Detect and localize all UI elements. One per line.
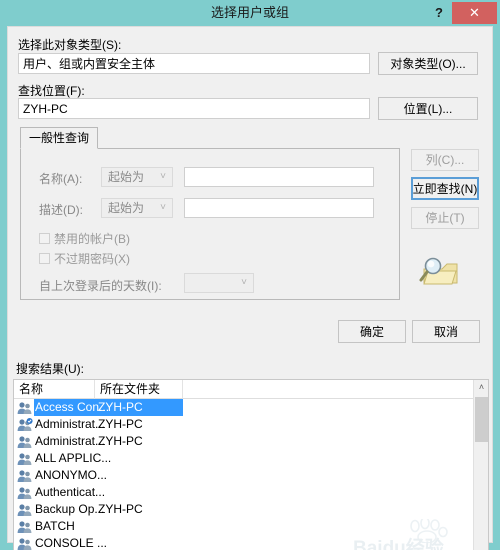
object-types-button[interactable]: 对象类型(O)... (378, 52, 478, 75)
row-folder: ZYH-PC (98, 417, 143, 431)
row-name: Administrat... (35, 417, 106, 431)
window-title: 选择用户或组 (210, 5, 289, 20)
scrollbar-thumb[interactable] (475, 397, 488, 442)
row-name: Authenticat... (35, 485, 106, 499)
checkbox-icon (39, 233, 50, 244)
chevron-down-icon: ˅ (241, 277, 247, 288)
dialog-window: 选择用户或组 ? ✕ 选择此对象类型(S): 用户、组或内置安全主体 对象类型(… (0, 0, 500, 550)
disabled-accounts-label: 禁用的帐户(B) (54, 232, 130, 246)
row-folder: ZYH-PC (98, 502, 143, 516)
table-row[interactable]: ALL APPLIC... (14, 450, 474, 467)
group-icon (17, 537, 33, 550)
row-name: Administrat... (35, 434, 106, 448)
columns-button[interactable]: 列(C)... (411, 149, 479, 171)
common-queries-panel: 名称(A): 起始为 ˅ 描述(D): 起始为 ˅ 禁用的帐户(B) 不过期密码… (20, 148, 400, 300)
row-folder: ZYH-PC (98, 400, 143, 414)
find-now-button[interactable]: 立即查找(N) (411, 177, 479, 200)
row-name: BATCH (35, 519, 75, 533)
search-results-list[interactable]: 名称 所在文件夹 Access Con... ZYH-PC Administrat.… (13, 379, 489, 550)
group-icon (17, 486, 33, 500)
location-field[interactable]: ZYH-PC (18, 98, 370, 119)
cancel-button[interactable]: 取消 (412, 320, 480, 343)
description-condition-combo[interactable]: 起始为 ˅ (101, 198, 173, 218)
non-expiring-password-label: 不过期密码(X) (54, 252, 130, 266)
table-row[interactable]: Authenticat... (14, 484, 474, 501)
help-button[interactable]: ? (428, 2, 450, 24)
tab-common-queries[interactable]: 一般性查询 (20, 127, 99, 149)
days-since-logon-label: 自上次登录后的天数(I): (39, 279, 162, 293)
tab-strip: 一般性查询 (20, 127, 400, 149)
column-divider[interactable] (182, 380, 183, 399)
group-icon (17, 520, 33, 534)
scroll-up-arrow[interactable]: ˄ (474, 380, 488, 395)
column-header-folder[interactable]: 所在文件夹 (95, 380, 182, 398)
description-condition-value: 起始为 (108, 201, 145, 215)
ok-button[interactable]: 确定 (338, 320, 406, 343)
list-header: 名称 所在文件夹 (14, 380, 488, 399)
group-icon (17, 435, 33, 449)
description-input[interactable] (184, 198, 374, 218)
table-row[interactable]: ANONYMO... (14, 467, 474, 484)
days-since-logon-combo[interactable]: ˅ (184, 273, 254, 293)
search-results-label: 搜索结果(U): (16, 362, 84, 376)
search-folder-icon (416, 255, 460, 289)
row-name: ANONYMO... (35, 468, 108, 482)
locations-button[interactable]: 位置(L)... (378, 97, 478, 120)
user-icon (17, 418, 33, 432)
chevron-down-icon: ˅ (160, 171, 166, 182)
list-rows: Access Con... ZYH-PC Administrat... ZYH-PC A… (14, 399, 474, 550)
name-input[interactable] (184, 167, 374, 187)
column-header-name[interactable]: 名称 (14, 380, 94, 398)
results-scrollbar[interactable]: ˄ ˅ (473, 380, 488, 550)
close-button[interactable]: ✕ (452, 2, 497, 24)
stop-button[interactable]: 停止(T) (411, 207, 479, 229)
table-row[interactable]: Access Con... ZYH-PC (14, 399, 474, 416)
name-condition-combo[interactable]: 起始为 ˅ (101, 167, 173, 187)
location-label: 查找位置(F): (18, 84, 85, 98)
row-name: Backup Op... (35, 502, 105, 516)
group-icon (17, 452, 33, 466)
name-condition-value: 起始为 (108, 170, 145, 184)
row-folder: ZYH-PC (98, 434, 143, 448)
title-bar: 选择用户或组 ? ✕ (0, 0, 500, 26)
name-label: 名称(A): (39, 172, 83, 186)
disabled-accounts-checkbox[interactable]: 禁用的帐户(B) (39, 230, 130, 247)
description-label: 描述(D): (39, 203, 83, 217)
dialog-body: 选择此对象类型(S): 用户、组或内置安全主体 对象类型(O)... 查找位置(… (7, 26, 493, 550)
chevron-down-icon: ˅ (160, 202, 166, 213)
table-row[interactable]: BATCH (14, 518, 474, 535)
checkbox-icon (39, 253, 50, 264)
row-name: CONSOLE ... (35, 536, 108, 550)
object-type-field[interactable]: 用户、组或内置安全主体 (18, 53, 370, 74)
table-row[interactable]: Administrat... ZYH-PC (14, 416, 474, 433)
table-row[interactable]: CONSOLE ... (14, 535, 474, 550)
object-type-label: 选择此对象类型(S): (18, 38, 122, 52)
group-icon (17, 503, 33, 517)
group-icon (17, 469, 33, 483)
row-name: ALL APPLIC... (35, 451, 112, 465)
table-row[interactable]: Backup Op... ZYH-PC (14, 501, 474, 518)
group-icon (17, 401, 33, 415)
non-expiring-password-checkbox[interactable]: 不过期密码(X) (39, 250, 130, 267)
table-row[interactable]: Administrat... ZYH-PC (14, 433, 474, 450)
